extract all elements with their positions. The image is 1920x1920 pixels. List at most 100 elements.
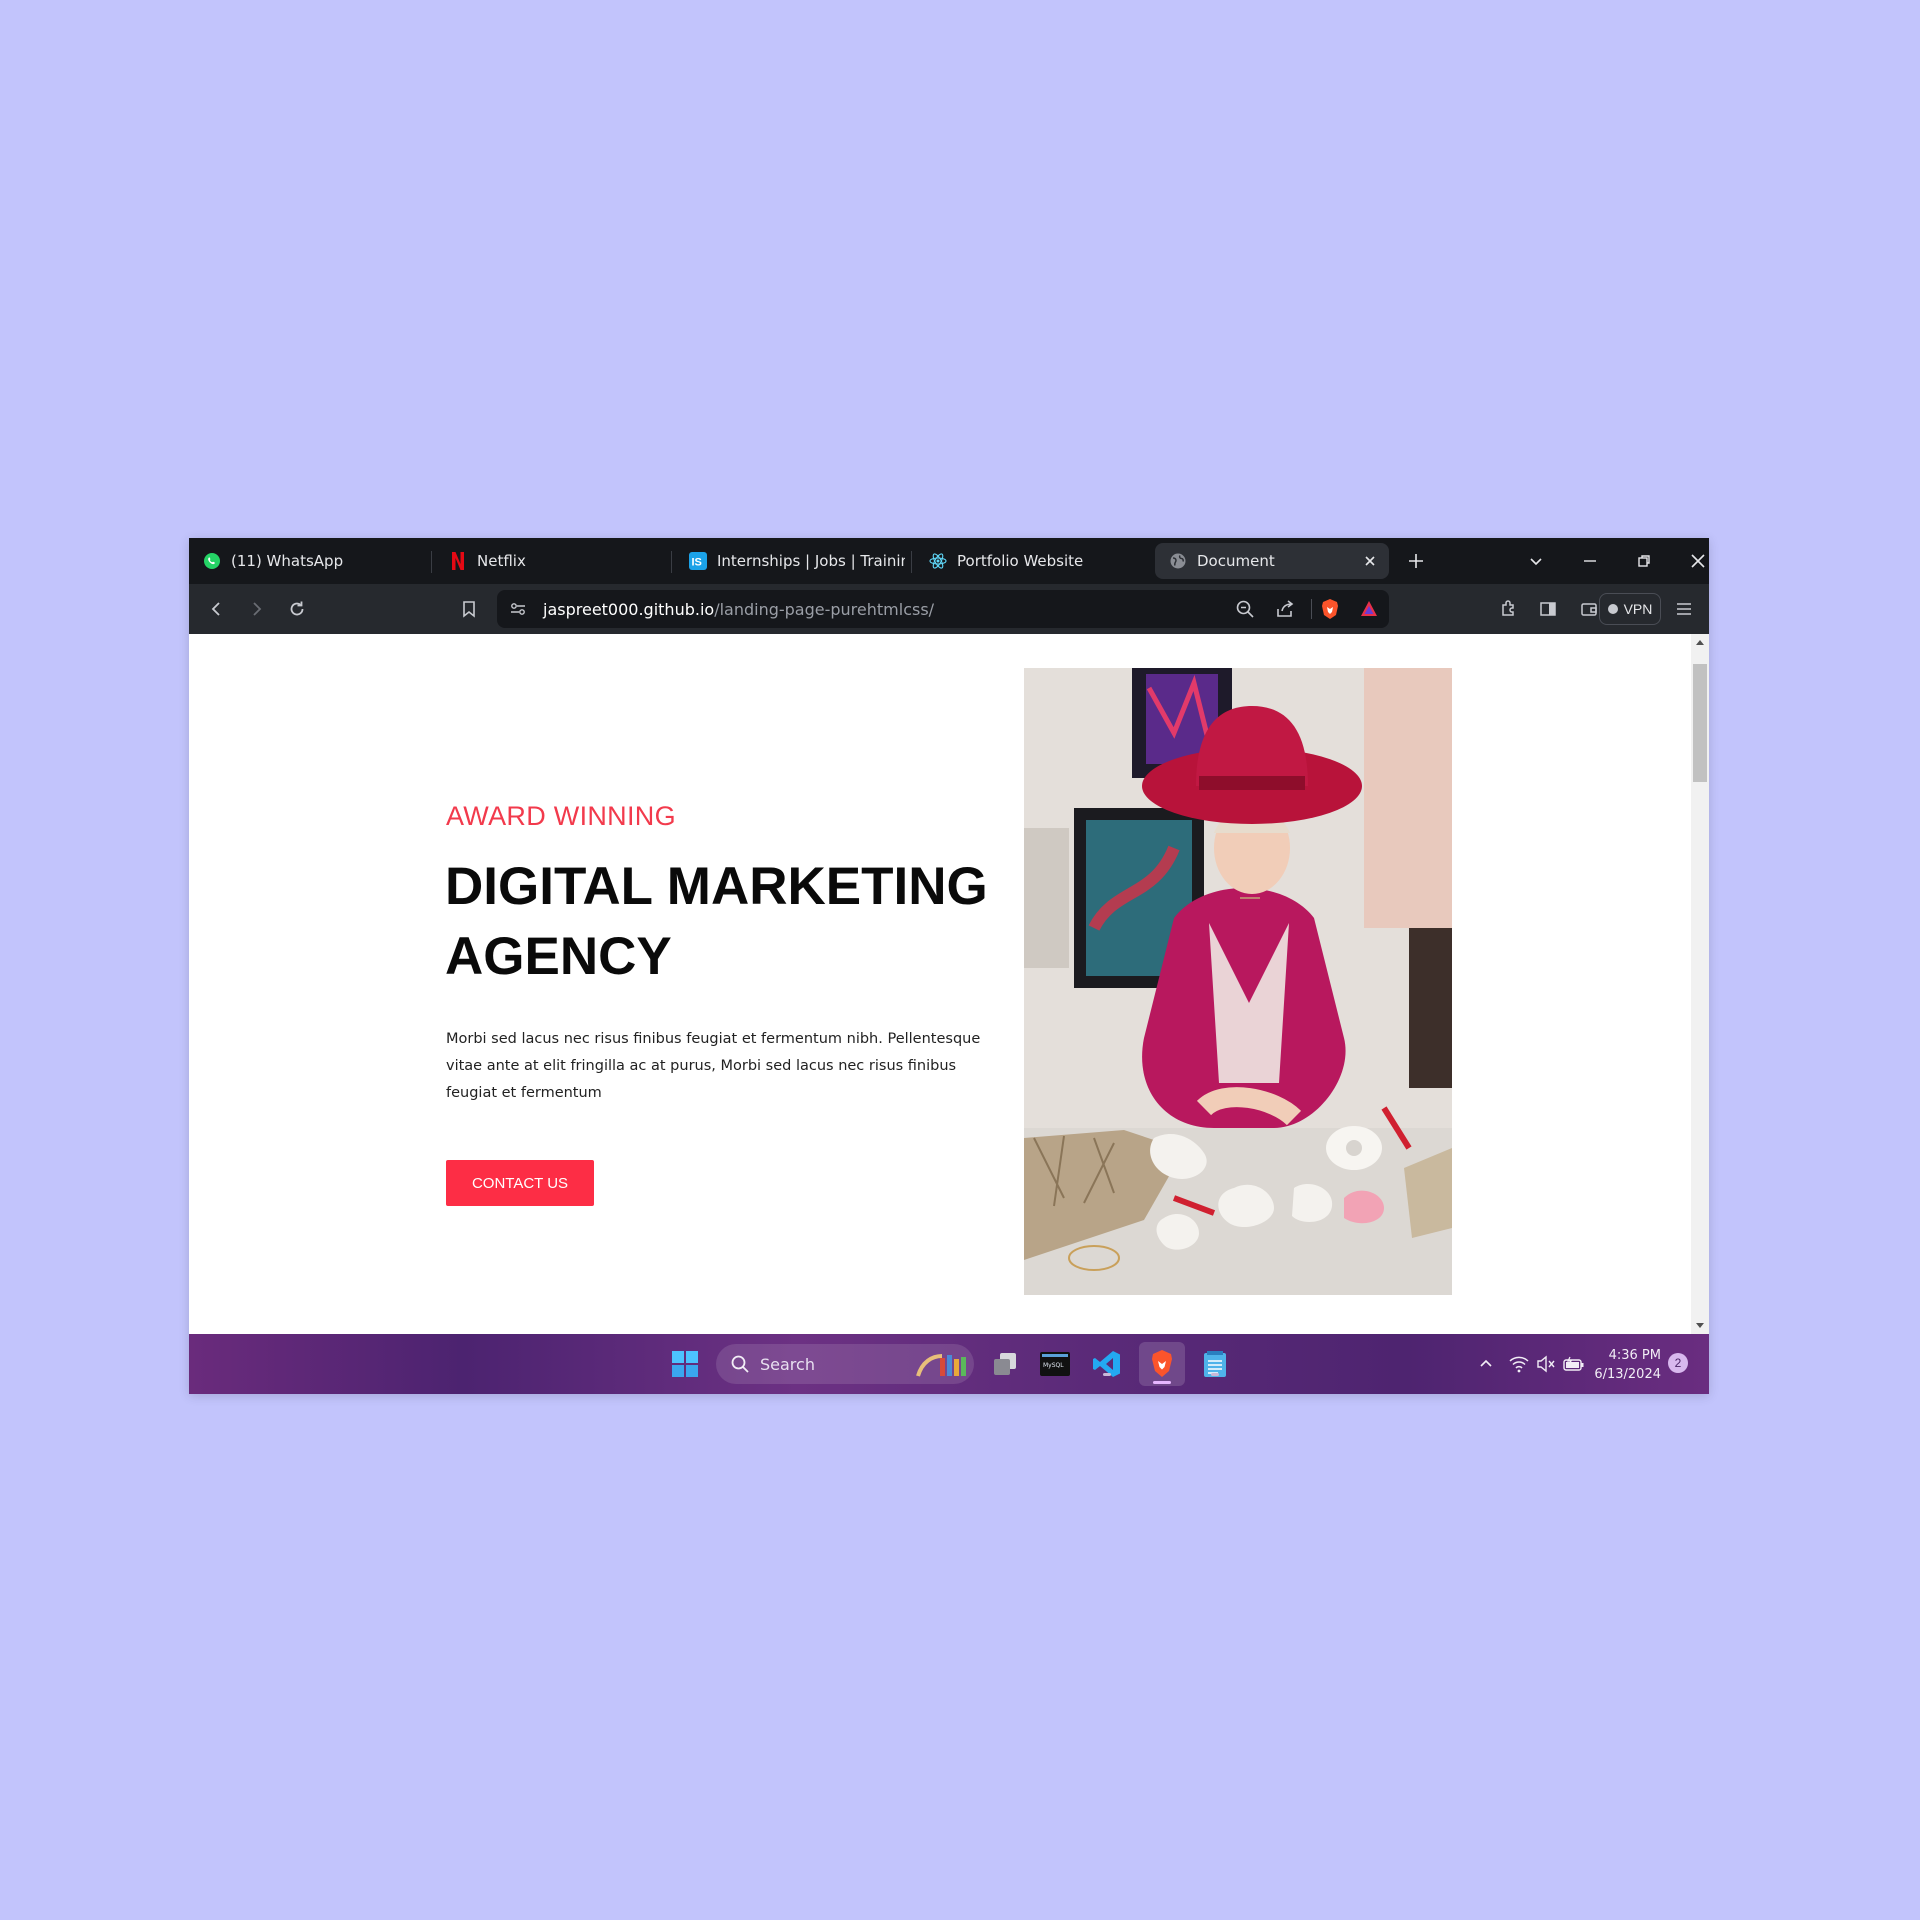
svg-text:MySQL: MySQL <box>1043 1362 1064 1369</box>
windows-taskbar: Search MySQL 4:36 PM 6/13/2024 2 <box>189 1334 1709 1394</box>
running-indicator <box>1211 1373 1219 1376</box>
back-button[interactable] <box>202 594 232 624</box>
notepad-button[interactable] <box>1197 1346 1233 1382</box>
system-clock[interactable]: 4:36 PM 6/13/2024 <box>1581 1346 1661 1384</box>
clock-time: 4:36 PM <box>1608 1348 1661 1363</box>
share-icon[interactable] <box>1275 599 1295 624</box>
task-view-icon <box>994 1353 1016 1375</box>
chevron-down-icon <box>1530 558 1542 566</box>
task-view-button[interactable] <box>987 1346 1023 1382</box>
tab-netflix[interactable]: Netflix <box>435 543 665 579</box>
wallet-icon <box>1581 603 1597 616</box>
tab-separator <box>671 551 672 573</box>
mysql-icon: MySQL <box>1040 1352 1070 1376</box>
tab-document[interactable]: Document <box>1155 543 1389 579</box>
vpn-status-icon <box>1607 604 1618 614</box>
hero-subheading: AWARD WINNING <box>446 801 676 831</box>
sidebar-icon <box>1540 602 1556 616</box>
tab-title: Portfolio Website <box>957 552 1084 570</box>
active-indicator <box>1153 1381 1171 1384</box>
windows-logo-icon <box>672 1351 698 1377</box>
running-indicator <box>1103 1373 1111 1376</box>
volume-muted-icon <box>1537 1355 1555 1373</box>
show-hidden-icons-button[interactable] <box>1468 1346 1504 1382</box>
page-scrollbar[interactable] <box>1691 634 1709 1334</box>
clock-date: 6/13/2024 <box>1594 1367 1661 1382</box>
volume-button[interactable] <box>1533 1346 1559 1382</box>
site-settings-icon[interactable] <box>509 600 527 623</box>
browser-toolbar: jaspreet000.github.io/landing-page-pureh… <box>189 584 1709 634</box>
zoom-icon[interactable] <box>1235 599 1255 624</box>
chevron-up-icon <box>1480 1359 1492 1367</box>
tab-bar: (11) WhatsApp Netflix IS Internships | J… <box>189 538 1709 584</box>
wifi-icon <box>1509 1356 1529 1373</box>
tab-search-button[interactable] <box>1519 546 1553 576</box>
scroll-down-icon <box>1696 1323 1704 1328</box>
tab-separator <box>911 551 912 573</box>
back-arrow-icon <box>211 602 220 616</box>
whatsapp-icon <box>203 552 221 570</box>
tab-portfolio[interactable]: Portfolio Website <box>915 543 1145 579</box>
search-icon <box>730 1354 750 1379</box>
start-button[interactable] <box>667 1346 703 1382</box>
extensions-button[interactable] <box>1494 594 1524 624</box>
globe-icon <box>1169 552 1187 570</box>
puzzle-icon <box>1502 600 1514 616</box>
svg-text:IS: IS <box>692 557 702 569</box>
tab-separator <box>431 551 432 573</box>
browser-window: (11) WhatsApp Netflix IS Internships | J… <box>189 538 1709 1394</box>
search-label: Search <box>760 1355 815 1374</box>
main-menu-button[interactable] <box>1669 594 1699 624</box>
notification-badge[interactable]: 2 <box>1668 1353 1688 1373</box>
plus-icon <box>1409 554 1423 568</box>
hero-image <box>1024 668 1452 1295</box>
forward-button[interactable] <box>241 594 271 624</box>
vscode-button[interactable] <box>1089 1346 1125 1382</box>
tab-title: Netflix <box>477 552 526 570</box>
tab-whatsapp[interactable]: (11) WhatsApp <box>189 543 419 579</box>
scroll-up-icon <box>1696 640 1704 645</box>
reload-button[interactable] <box>282 594 312 624</box>
url-path: /landing-page-purehtmlcss/ <box>714 600 935 619</box>
close-icon <box>1691 554 1705 568</box>
forward-arrow-icon <box>253 602 262 616</box>
taskbar-search[interactable]: Search <box>716 1344 974 1384</box>
restore-icon <box>1638 555 1650 567</box>
vpn-button[interactable]: VPN <box>1599 593 1661 625</box>
scrollbar-thumb[interactable] <box>1693 664 1707 782</box>
brave-rewards-icon[interactable] <box>1359 599 1379 624</box>
search-highlight-icon <box>916 1350 968 1383</box>
brave-browser-button[interactable] <box>1139 1342 1185 1386</box>
tab-internshala[interactable]: IS Internships | Jobs | Trainings & <box>675 543 905 579</box>
minimize-button[interactable] <box>1573 546 1607 576</box>
bookmark-button[interactable] <box>454 594 484 624</box>
brave-icon <box>1152 1350 1172 1377</box>
url-text: jaspreet000.github.io/landing-page-pureh… <box>543 600 934 619</box>
tab-title: Document <box>1197 552 1275 570</box>
wifi-button[interactable] <box>1506 1346 1532 1382</box>
address-bar[interactable]: jaspreet000.github.io/landing-page-pureh… <box>497 590 1389 628</box>
brave-shields-icon[interactable] <box>1319 598 1341 625</box>
bookmark-icon <box>463 601 475 618</box>
internshala-icon: IS <box>689 552 707 570</box>
tab-title: Internships | Jobs | Trainings & <box>717 552 905 570</box>
close-window-button[interactable] <box>1681 546 1709 576</box>
sidebar-button[interactable] <box>1533 594 1563 624</box>
tab-title: (11) WhatsApp <box>231 552 344 570</box>
divider <box>1311 599 1312 619</box>
restore-button[interactable] <box>1627 546 1661 576</box>
close-tab-icon[interactable] <box>1361 552 1379 570</box>
url-host: jaspreet000.github.io <box>543 600 715 619</box>
hamburger-icon <box>1677 603 1691 615</box>
page-viewport: AWARD WINNING DIGITAL MARKETING AGENCY M… <box>189 634 1709 1334</box>
minimize-icon <box>1584 560 1596 562</box>
netflix-icon <box>449 552 467 570</box>
contact-us-button[interactable]: CONTACT US <box>446 1160 594 1206</box>
vpn-label: VPN <box>1623 601 1653 617</box>
mysql-app-button[interactable]: MySQL <box>1037 1346 1073 1382</box>
react-icon <box>929 552 947 570</box>
hero-heading: DIGITAL MARKETING AGENCY <box>445 857 988 986</box>
hero-paragraph: Morbi sed lacus nec risus finibus feugia… <box>446 1031 981 1101</box>
new-tab-button[interactable] <box>1399 546 1433 576</box>
reload-icon <box>290 601 304 616</box>
